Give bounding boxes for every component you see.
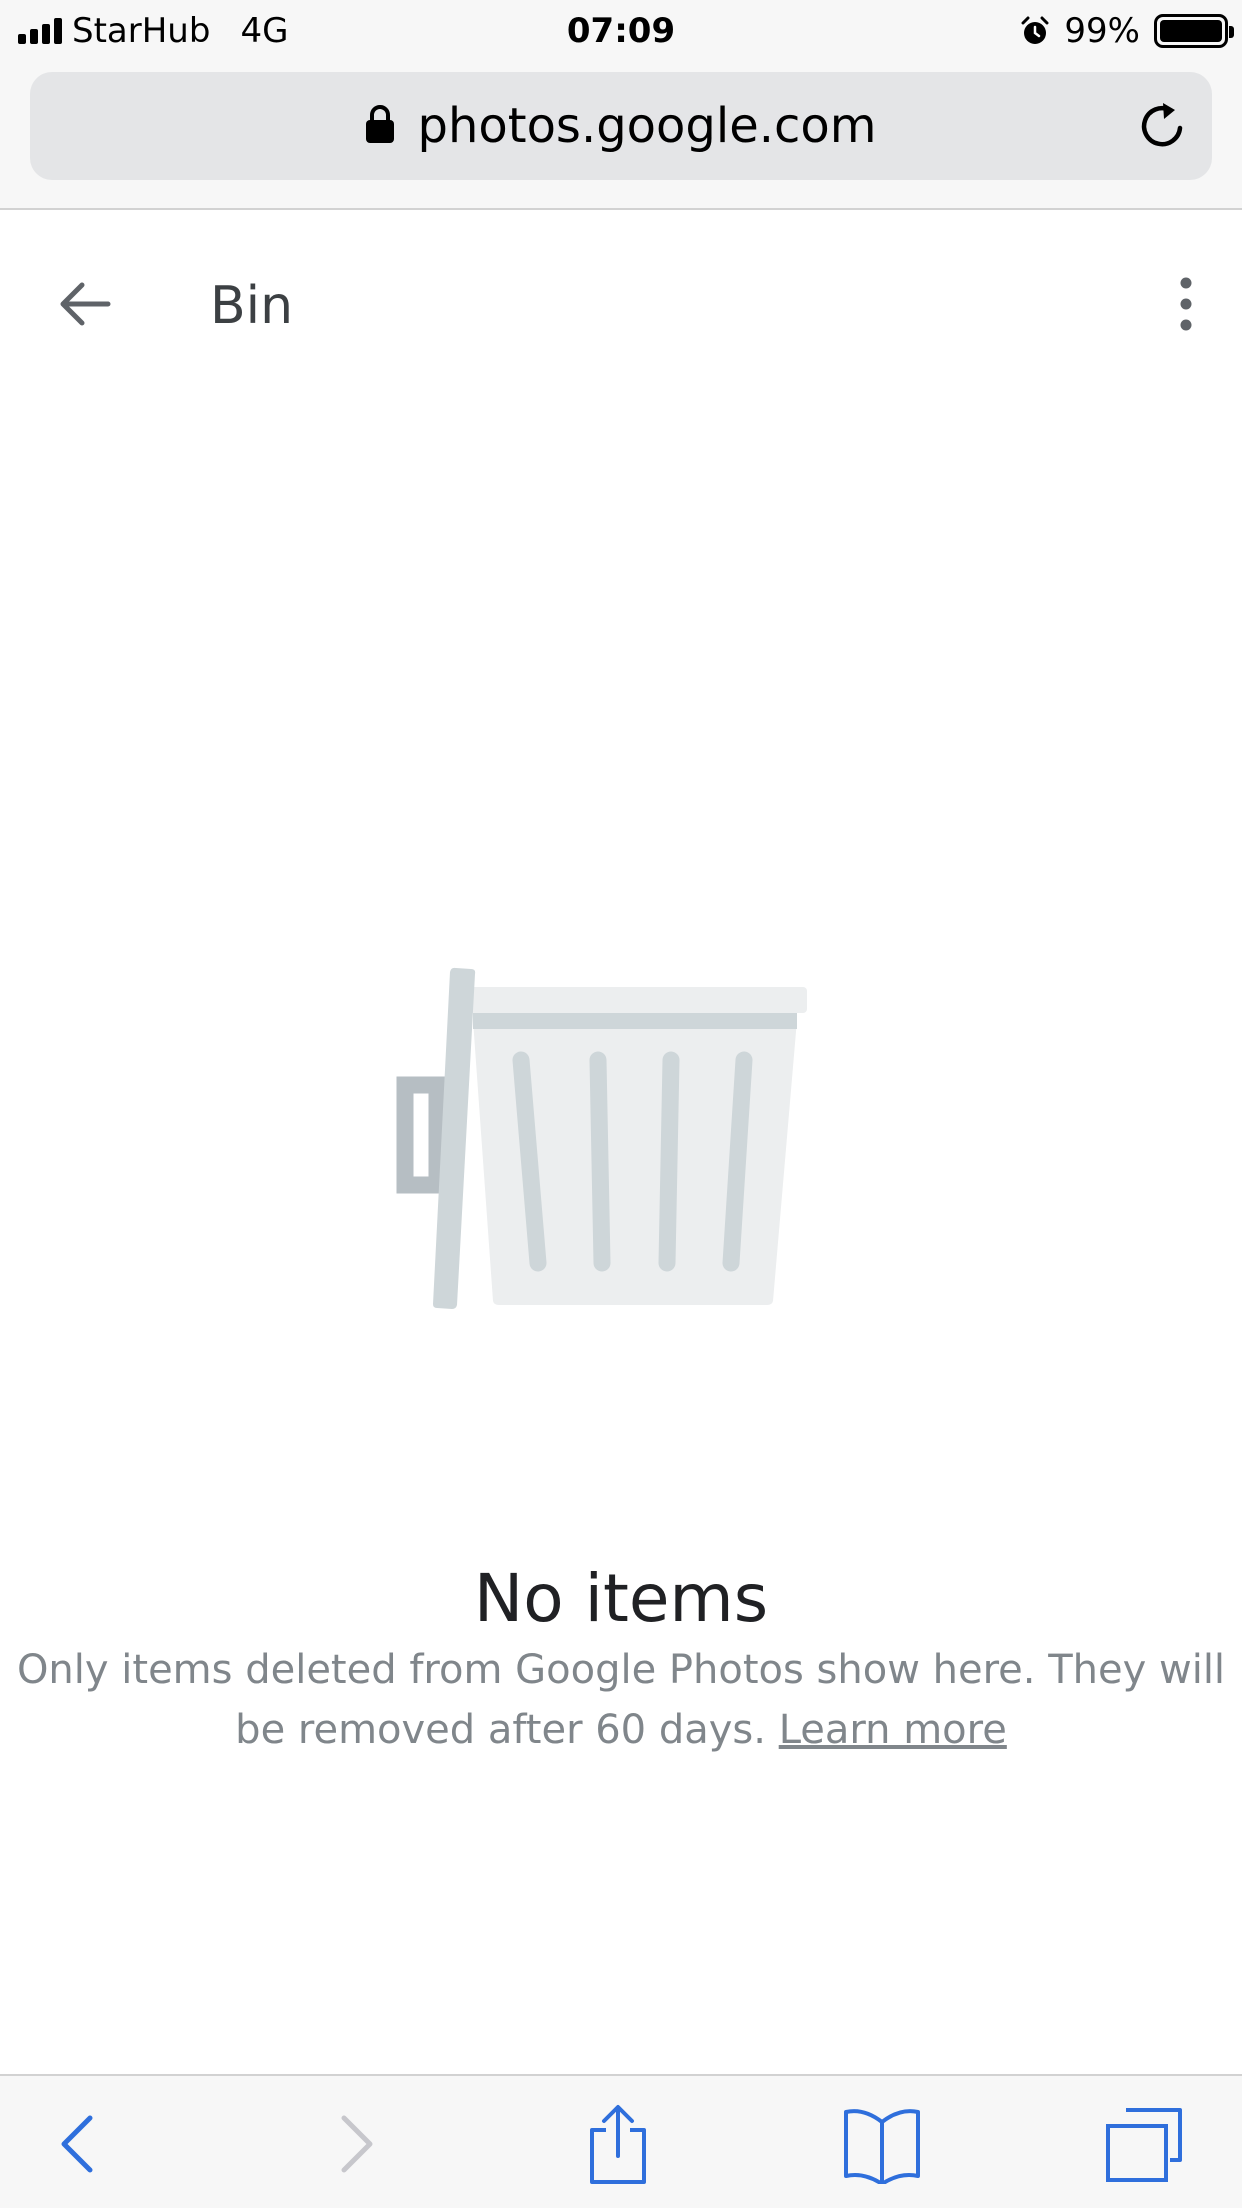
alarm-icon	[1021, 16, 1049, 44]
empty-state-text: Only items deleted from Google Photos sh…	[16, 1647, 1226, 1753]
bookmarks-icon[interactable]	[840, 2104, 924, 2184]
lock-icon	[366, 105, 395, 143]
url-center: photos.google.com	[30, 72, 1212, 180]
battery-percent: 99%	[1064, 11, 1140, 51]
tabs-icon[interactable]	[1104, 2104, 1184, 2184]
learn-more-link[interactable]: Learn more	[779, 1707, 1007, 1753]
url-text[interactable]: photos.google.com	[417, 98, 876, 154]
trash-bin-illustration	[396, 967, 807, 1309]
url-bar[interactable]: photos.google.com	[30, 72, 1212, 180]
chevron-left-icon[interactable]	[50, 2104, 110, 2184]
empty-state-title: No items	[473, 1560, 769, 1637]
status-right: 99%	[1020, 8, 1234, 54]
page-title: Bin	[210, 276, 294, 336]
empty-state-description: Only items deleted from Google Photos sh…	[10, 1640, 1232, 1760]
arrow-back-icon[interactable]	[52, 272, 116, 336]
battery-icon	[1154, 14, 1234, 48]
app-header: Bin	[0, 212, 1242, 398]
status-bar: StarHub 4G 07:09 99%	[0, 0, 1242, 62]
browser-toolbar	[0, 2074, 1242, 2208]
browser-url-area: photos.google.com	[0, 62, 1242, 210]
chevron-right-icon	[341, 2115, 373, 2173]
share-icon[interactable]	[584, 2104, 652, 2184]
reload-icon[interactable]	[1136, 100, 1188, 152]
more-vert-icon[interactable]	[1166, 272, 1206, 336]
